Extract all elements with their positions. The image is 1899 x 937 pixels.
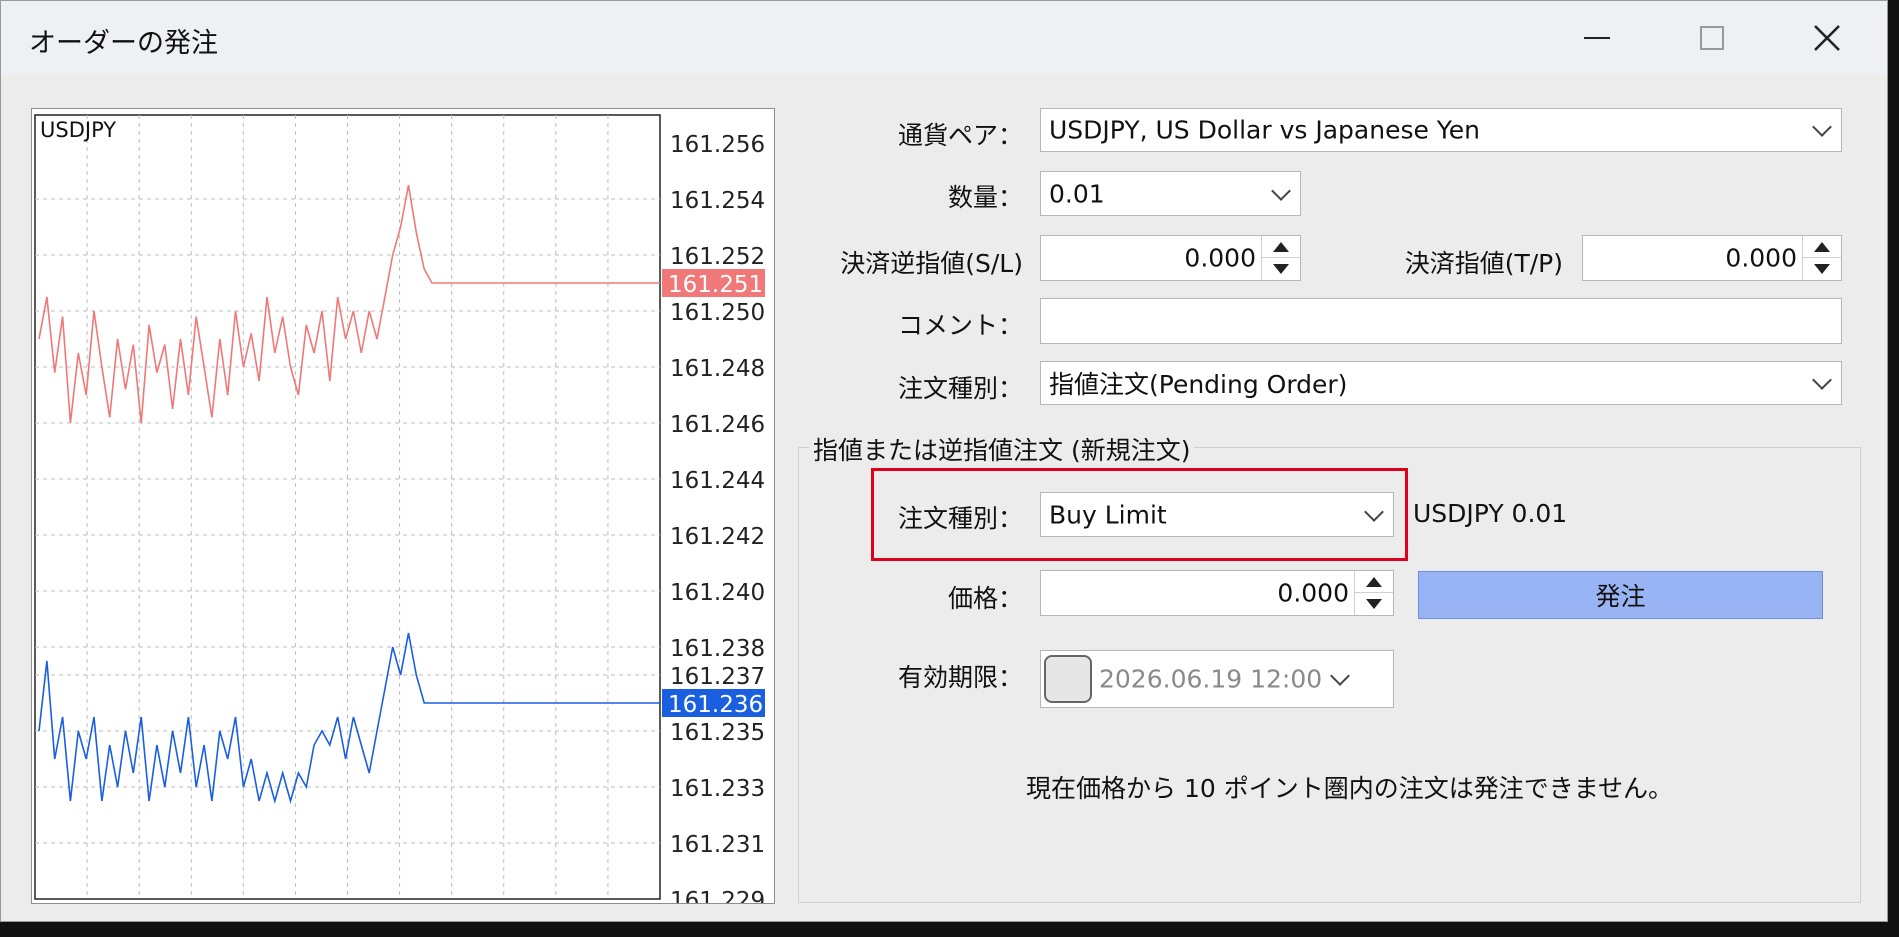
price-tick-label: 161.235 [670,720,765,746]
bid-price-label: 161.236 [668,692,763,718]
pending-type-select[interactable]: Buy Limit [1040,492,1394,537]
tp-stepper[interactable] [1802,236,1841,280]
chevron-down-icon [1364,501,1384,522]
price-decrement-button[interactable] [1355,593,1393,615]
symbol-volume-info: USDJPY 0.01 [1413,499,1568,528]
price-tick-label: 161.231 [670,832,765,858]
sl-stepper[interactable] [1261,236,1300,280]
price-tick-label: 161.233 [670,776,765,802]
title-bar: オーダーの発注 [1,1,1887,75]
price-tick-label: 161.237 [670,664,765,690]
price-tick-label: 161.248 [670,356,765,382]
comment-label: コメント： [897,311,1023,340]
price-tick-label: 161.246 [670,412,765,438]
pending-order-group-title: 指値または逆指値注文 (新規注文) [809,431,1195,467]
expiry-picker[interactable]: 2026.06.19 12:00 [1040,650,1394,708]
tp-input[interactable]: 0.000 [1582,235,1842,281]
price-tick-label: 161.229 [670,888,765,904]
comment-input[interactable] [1040,298,1842,344]
order-kind-select[interactable]: 指値注文(Pending Order) [1040,361,1842,405]
expiry-value: 2026.06.19 12:00 [1099,664,1323,694]
sl-value: 0.000 [1184,243,1256,273]
chevron-down-icon [1271,180,1291,201]
arrow-up-icon [1273,241,1289,252]
volume-label: 数量： [947,183,1023,212]
order-kind-value: 指値注文(Pending Order) [1049,370,1348,399]
tick-chart-svg: 161.256 161.254 161.252 161.250 161.248 161.2… [34,114,765,904]
notice-text: 現在価格から 10 ポイント圏内の注文は発注できません。 [1026,774,1673,803]
price-tick-label: 161.254 [670,188,765,214]
volume-select[interactable]: 0.01 [1040,171,1301,216]
chevron-down-icon [1812,370,1832,390]
close-icon [1814,25,1840,51]
expiry-label: 有効期限： [897,663,1023,692]
price-tick-label: 161.244 [670,468,765,494]
arrow-down-icon [1273,264,1289,274]
price-input[interactable]: 0.000 [1040,570,1394,616]
sl-increment-button[interactable] [1262,236,1300,258]
price-increment-button[interactable] [1355,571,1393,593]
sl-input[interactable]: 0.000 [1040,235,1301,281]
arrow-up-icon [1814,241,1830,252]
close-button[interactable] [1771,1,1883,75]
sl-label: 決済逆指値(S/L) [840,249,1023,278]
price-tick-label: 161.240 [670,580,765,606]
maximize-icon [1700,26,1724,50]
price-label: 価格： [947,584,1023,613]
place-order-button[interactable]: 発注 [1418,571,1823,619]
minimize-icon [1584,37,1610,39]
tick-chart: 161.256 161.254 161.252 161.250 161.248 161.2… [31,108,775,904]
tp-value: 0.000 [1725,243,1797,273]
symbol-select-value: USDJPY, US Dollar vs Japanese Yen [1049,115,1480,145]
window-title: オーダーの発注 [29,28,218,59]
tp-increment-button[interactable] [1803,236,1841,258]
minimize-button[interactable] [1541,1,1653,75]
pending-type-value: Buy Limit [1049,500,1167,529]
price-tick-label: 161.250 [670,300,765,326]
volume-value: 0.01 [1049,179,1105,208]
price-tick-label: 161.242 [670,524,765,550]
symbol-select[interactable]: USDJPY, US Dollar vs Japanese Yen [1040,108,1842,152]
arrow-down-icon [1366,599,1382,609]
tp-label: 決済指値(T/P) [1404,249,1563,278]
sl-decrement-button[interactable] [1262,258,1300,280]
price-tick-label: 161.238 [670,636,765,662]
order-dialog: オーダーの発注 161.256 161.254 161.252 161.250 161.… [0,0,1888,922]
chart-symbol-label: USDJPY [40,118,116,142]
maximize-button[interactable] [1656,1,1768,75]
order-kind-label: 注文種別： [897,374,1023,403]
arrow-up-icon [1366,576,1382,587]
symbol-label: 通貨ペア： [897,121,1023,150]
pending-type-label: 注文種別： [897,504,1023,533]
price-value: 0.000 [1277,578,1349,608]
price-tick-label: 161.256 [670,132,765,158]
expiry-checkbox[interactable] [1044,655,1092,703]
arrow-down-icon [1814,264,1830,274]
price-stepper[interactable] [1354,571,1393,615]
ask-price-label: 161.251 [668,272,763,298]
tp-decrement-button[interactable] [1803,258,1841,280]
price-tick-label: 161.252 [670,244,765,270]
chevron-down-icon [1812,117,1832,137]
